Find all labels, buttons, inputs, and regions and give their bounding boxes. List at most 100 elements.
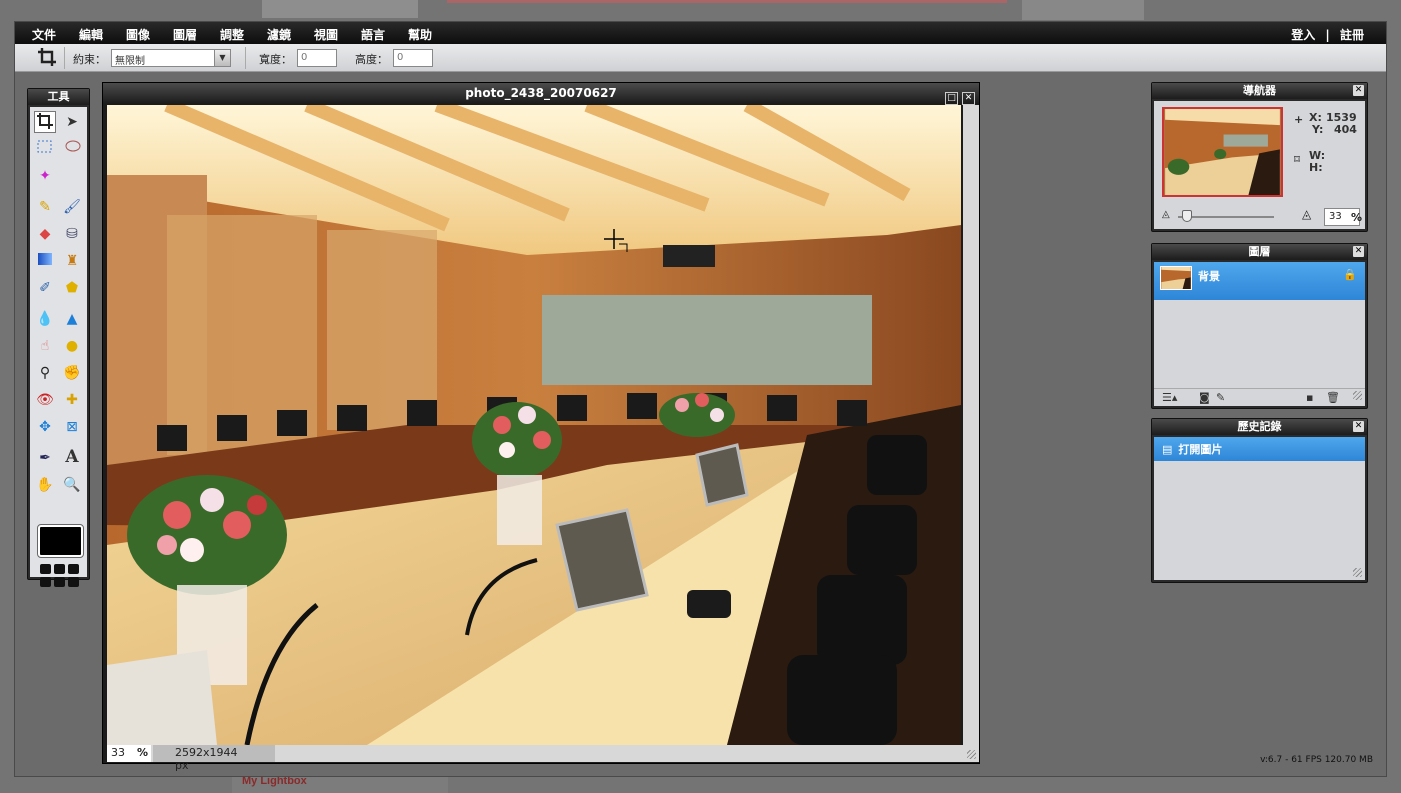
history-item[interactable]: ▤ 打開圖片 xyxy=(1154,437,1365,461)
trash-icon[interactable]: 🗑 xyxy=(1326,391,1340,404)
maximize-icon[interactable]: □ xyxy=(945,92,958,105)
constraint-value: 無限制 xyxy=(115,56,145,67)
crop-tool-icon xyxy=(37,47,57,72)
color-replace-tool-button[interactable]: ✐ xyxy=(34,277,56,299)
burn-icon: ✊ xyxy=(63,365,81,381)
move-tool-button[interactable]: ➤ xyxy=(61,111,83,133)
menu-help[interactable]: 幫助 xyxy=(408,26,432,43)
stamp-tool-button[interactable]: ♜ xyxy=(61,250,83,272)
drop-icon: 💧 xyxy=(36,311,54,327)
brush-tool-button[interactable]: 🖌 xyxy=(61,196,83,218)
menu-view[interactable]: 視圖 xyxy=(314,26,338,43)
resize-grip-icon[interactable] xyxy=(1353,568,1362,577)
new-layer-icon[interactable]: ▪ xyxy=(1306,391,1313,404)
sponge-tool-button[interactable]: ● xyxy=(61,335,83,357)
menu-file[interactable]: 文件 xyxy=(32,26,56,43)
bandage-icon: ✚ xyxy=(66,392,78,408)
width-label: 寬度： xyxy=(259,53,292,66)
menu-edit[interactable]: 編輯 xyxy=(79,26,103,43)
zoom-slider[interactable] xyxy=(1178,210,1274,222)
marquee-tool-button[interactable] xyxy=(34,138,56,160)
shape-icon: ⬟ xyxy=(65,280,79,296)
close-icon[interactable]: ✕ xyxy=(1353,85,1364,96)
layers-titlebar: 圖層 ✕ xyxy=(1152,244,1367,260)
close-icon[interactable]: ✕ xyxy=(1353,246,1364,257)
login-link[interactable]: 登入 xyxy=(1291,28,1315,42)
close-icon[interactable]: ✕ xyxy=(962,92,975,105)
magic-wand-tool-button[interactable]: ✦ xyxy=(34,165,56,187)
bloat-tool-button[interactable]: ✥ xyxy=(34,416,56,438)
layer-settings-icon[interactable]: ☰▴ xyxy=(1162,391,1177,404)
gradient-tool-button[interactable] xyxy=(34,250,56,272)
color-picker-tool-button[interactable]: ✒ xyxy=(34,447,56,469)
tools-panel: 工具 ➤ ✦ ✎ 🖌 ◆ ⛁ ♜ ✐ ⬟ 💧 ▲ ☝ ● ⚲ ✊ 👁 ✚ ✥ ⊠… xyxy=(27,88,90,587)
image-canvas[interactable] xyxy=(107,105,961,745)
history-item-label: 打開圖片 xyxy=(1178,443,1223,456)
constraint-select[interactable]: 無限制 ▼ xyxy=(111,49,231,67)
tools-panel-title: 工具 xyxy=(28,89,89,105)
pinch-icon: ⊠ xyxy=(66,419,78,435)
burn-tool-button[interactable]: ✊ xyxy=(61,362,83,384)
close-icon[interactable]: ✕ xyxy=(1353,421,1364,432)
dodge-tool-button[interactable]: ⚲ xyxy=(34,362,56,384)
zoom-in-icon[interactable]: ◬ xyxy=(1302,207,1311,221)
vertical-scrollbar[interactable] xyxy=(963,105,979,745)
blur-tool-button[interactable]: 💧 xyxy=(34,308,56,330)
layer-name: 背景 xyxy=(1198,270,1220,283)
eraser-tool-button[interactable]: ◆ xyxy=(34,223,56,245)
navigator-thumbnail[interactable] xyxy=(1162,107,1283,197)
tool-options-grid-icon[interactable] xyxy=(39,563,85,589)
zoom-slider-handle[interactable] xyxy=(1182,210,1192,222)
background-banner xyxy=(1022,0,1144,20)
spot-heal-tool-button[interactable]: ✚ xyxy=(61,389,83,411)
lasso-tool-button[interactable] xyxy=(61,138,83,160)
auth-links: 登入 | 註冊 xyxy=(1291,26,1364,43)
pencil-tool-button[interactable]: ✎ xyxy=(34,196,56,218)
menu-layer[interactable]: 圖層 xyxy=(173,26,197,43)
zoom-tool-button[interactable]: 🔍 xyxy=(61,474,83,496)
layer-item[interactable]: 背景 🔒 xyxy=(1154,262,1365,300)
layer-mask-icon[interactable]: ◙ xyxy=(1199,391,1210,404)
layers-body: 背景 🔒 ☰▴ ◙ ✎ ▪ 🗑 xyxy=(1154,262,1365,406)
layer-thumbnail-image xyxy=(1161,267,1191,289)
lock-icon: 🔒 xyxy=(1343,268,1357,281)
layer-thumbnail xyxy=(1160,266,1192,290)
resize-grip-icon[interactable] xyxy=(967,750,976,759)
shape-tool-button[interactable]: ⬟ xyxy=(61,277,83,299)
resize-grip-icon[interactable] xyxy=(1353,391,1362,400)
red-eye-tool-button[interactable]: 👁 xyxy=(34,389,56,411)
options-divider xyxy=(64,47,65,69)
navigator-panel: 導航器 ✕ + X: 1539 Y: 404 ⌑ W: H: ◬ ◬ 33 % xyxy=(1151,82,1368,232)
magic-wand-icon: ✦ xyxy=(39,168,51,184)
triangle-icon: ▲ xyxy=(66,311,78,327)
image-dimensions: 2592x1944 px xyxy=(153,745,275,772)
height-input[interactable]: 0 xyxy=(393,49,433,67)
menu-filter[interactable]: 濾鏡 xyxy=(267,26,291,43)
conference-room-photo xyxy=(107,105,961,745)
color-swatch[interactable] xyxy=(37,524,84,558)
hand-tool-button[interactable]: ✋ xyxy=(34,474,56,496)
h-label: H: xyxy=(1309,161,1323,174)
constraint-label: 約束： xyxy=(73,53,106,66)
pinch-tool-button[interactable]: ⊠ xyxy=(61,416,83,438)
menu-adjust[interactable]: 調整 xyxy=(220,26,244,43)
register-link[interactable]: 註冊 xyxy=(1340,28,1364,42)
menu-language[interactable]: 語言 xyxy=(361,26,385,43)
smudge-tool-button[interactable]: ☝ xyxy=(34,335,56,357)
type-tool-button[interactable]: A xyxy=(61,447,83,469)
sharpen-tool-button[interactable]: ▲ xyxy=(61,308,83,330)
document-statusbar: 33 % 2592x1944 px xyxy=(107,745,979,772)
layer-style-icon[interactable]: ✎ xyxy=(1216,391,1225,404)
hand-icon: ✋ xyxy=(36,477,54,493)
history-panel: 歷史記錄 ✕ ▤ 打開圖片 xyxy=(1151,418,1368,583)
width-input[interactable]: 0 xyxy=(297,49,337,67)
selection-size-icon: ⌑ xyxy=(1294,153,1300,166)
smudge-icon: ☝ xyxy=(40,338,50,354)
bucket-tool-button[interactable]: ⛁ xyxy=(61,223,83,245)
crop-tool-button[interactable] xyxy=(34,111,56,133)
history-title: 歷史記錄 xyxy=(1237,420,1282,433)
color-replace-icon: ✐ xyxy=(39,280,51,296)
height-label: 高度： xyxy=(355,53,388,66)
zoom-out-icon[interactable]: ◬ xyxy=(1162,209,1170,220)
menu-image[interactable]: 圖像 xyxy=(126,26,150,43)
